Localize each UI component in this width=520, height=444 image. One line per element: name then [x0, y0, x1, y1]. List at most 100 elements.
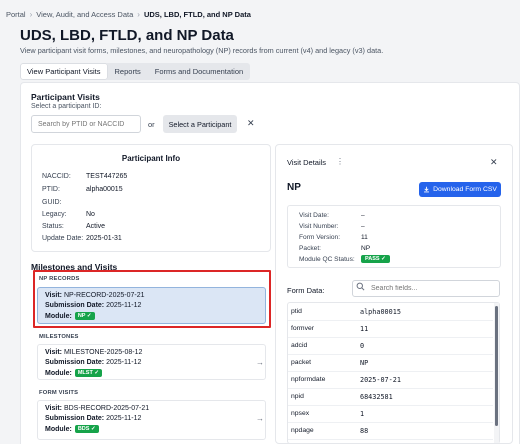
visit-value: BDS-RECORD-2025-07-21 — [63, 405, 150, 412]
search-fields-input[interactable] — [352, 280, 500, 297]
table-row: npsex 1 — [288, 405, 493, 423]
field-value: 88 — [360, 427, 369, 435]
participant-info-title: Participant Info — [121, 154, 181, 163]
packet-label: Packet: — [299, 245, 321, 252]
info-value-naccid: TEST447265 — [86, 173, 128, 180]
table-row: packet NP — [288, 354, 493, 372]
page-subtitle: View participant visit forms, milestones… — [20, 46, 384, 55]
info-label-guid: GUID: — [42, 199, 62, 206]
qc-status-badge: PASS ✓ — [361, 255, 390, 263]
scrollbar-thumb[interactable] — [495, 306, 498, 426]
breadcrumb: Portal › View, Audit, and Access Data › … — [6, 10, 251, 19]
table-row: npformdate 2025-07-21 — [288, 371, 493, 389]
form-data-label: Form Data: — [287, 286, 325, 295]
arrow-right-icon[interactable]: → — [256, 414, 264, 423]
milestone-submission: Submission Date: 2025-11-12 — [45, 359, 141, 366]
highlight-box — [33, 270, 271, 328]
field-key: packet — [291, 359, 312, 366]
arrow-right-icon[interactable]: → — [256, 358, 264, 367]
visit-date-value: – — [361, 212, 365, 219]
info-label-ptid: PTID: — [42, 186, 60, 193]
visit-details-heading: NP — [287, 182, 301, 193]
visit-label: Visit: — [45, 405, 62, 412]
visit-number-label: Visit Number: — [299, 223, 339, 230]
field-key: npsex — [291, 410, 310, 417]
info-label-legacy: Legacy: — [42, 211, 67, 218]
or-label: or — [148, 120, 155, 129]
module-badge: BDS ✓ — [74, 425, 99, 433]
submission-label: Submission Date: — [45, 359, 105, 366]
field-key: adcid — [291, 342, 308, 349]
more-options-icon[interactable]: ⋮ — [336, 157, 344, 166]
field-key: ptid — [291, 308, 302, 315]
breadcrumb-view-audit[interactable]: View, Audit, and Access Data — [36, 10, 133, 19]
milestone-module: Module: MLST ✓ — [45, 369, 102, 377]
packet-value: NP — [361, 245, 371, 252]
milestone-visit: Visit: MILESTONE-2025-08-12 — [45, 349, 142, 356]
info-value-status: Active — [86, 223, 106, 230]
close-icon[interactable]: ✕ — [490, 157, 498, 168]
tab-reports[interactable]: Reports — [109, 64, 147, 79]
table-row: formver 11 — [288, 320, 493, 338]
clear-icon[interactable]: ✕ — [247, 118, 255, 129]
field-value: NP — [360, 359, 369, 367]
select-participant-button[interactable]: Select a Participant — [163, 115, 237, 133]
field-value: 0 — [360, 342, 365, 350]
field-key: npformdate — [291, 376, 326, 383]
info-value-update-date: 2025-01-31 — [86, 235, 122, 242]
info-label-naccid: NACCID: — [42, 173, 71, 180]
table-row: adcid 0 — [288, 337, 493, 355]
field-value: 68432581 — [360, 393, 393, 401]
breadcrumb-portal[interactable]: Portal — [6, 10, 26, 19]
submission-value: 2025-11-12 — [106, 415, 142, 422]
form-version-label: Form Version: — [299, 234, 341, 241]
table-row: npdage 88 — [288, 422, 493, 440]
tab-forms-documentation[interactable]: Forms and Documentation — [149, 64, 249, 79]
module-badge: MLST ✓ — [74, 369, 102, 377]
search-icon — [356, 282, 365, 291]
module-label: Module: — [45, 426, 72, 433]
info-label-status: Status: — [42, 223, 64, 230]
submission-value: 2025-11-12 — [106, 359, 142, 366]
field-value: alpha00015 — [360, 308, 401, 316]
info-value-ptid: alpha00015 — [86, 186, 123, 193]
form-data-table: ptid alpha00015 formver 11 adcid 0 packet NP… — [287, 302, 500, 444]
form-version-value: 11 — [361, 234, 368, 241]
field-key: npid — [291, 393, 304, 400]
breadcrumb-current: UDS, LBD, FTLD, and NP Data — [143, 10, 251, 19]
download-form-csv-button[interactable]: Download Form CSV — [419, 182, 501, 197]
module-label: Module: — [45, 370, 72, 377]
participant-visits-subtitle: Select a participant ID: — [31, 103, 102, 110]
table-row: ptid alpha00015 — [288, 303, 493, 321]
field-key: formver — [291, 325, 315, 332]
chevron-right-icon: › — [137, 10, 140, 19]
table-row: npid 68432581 — [288, 388, 493, 406]
section-label-milestones: MILESTONES — [39, 334, 79, 340]
info-value-legacy: No — [86, 211, 95, 218]
participant-search-input[interactable] — [31, 115, 141, 133]
field-value: 2025-07-21 — [360, 376, 401, 384]
section-label-form-visits: FORM VISITS — [39, 390, 79, 396]
chevron-right-icon: › — [29, 10, 33, 19]
visit-date-label: Visit Date: — [299, 212, 329, 219]
field-key: npdage — [291, 427, 314, 434]
info-label-update-date: Update Date: — [42, 235, 84, 242]
form-visit-visit: Visit: BDS-RECORD-2025-07-21 — [45, 405, 149, 412]
pass-badge: PASS ✓ — [361, 255, 390, 263]
form-visit-submission: Submission Date: 2025-11-12 — [45, 415, 141, 422]
tab-bar: View Participant Visits Reports Forms an… — [20, 63, 251, 80]
participant-visits-title: Participant Visits — [31, 92, 100, 102]
visit-details-title: Visit Details — [287, 158, 327, 167]
tab-view-participant-visits[interactable]: View Participant Visits — [21, 64, 107, 79]
visit-value: MILESTONE-2025-08-12 — [63, 349, 143, 356]
form-visit-module: Module: BDS ✓ — [45, 425, 99, 433]
download-button-label: Download Form CSV — [433, 186, 497, 193]
visit-number-value: – — [361, 223, 365, 230]
visit-label: Visit: — [45, 349, 62, 356]
page-title: UDS, LBD, FTLD, and NP Data — [20, 27, 234, 44]
qc-status-label: Module QC Status: — [299, 256, 355, 263]
submission-label: Submission Date: — [45, 415, 105, 422]
download-icon — [424, 186, 430, 193]
field-value: 1 — [360, 410, 365, 418]
field-value: 11 — [360, 325, 369, 333]
